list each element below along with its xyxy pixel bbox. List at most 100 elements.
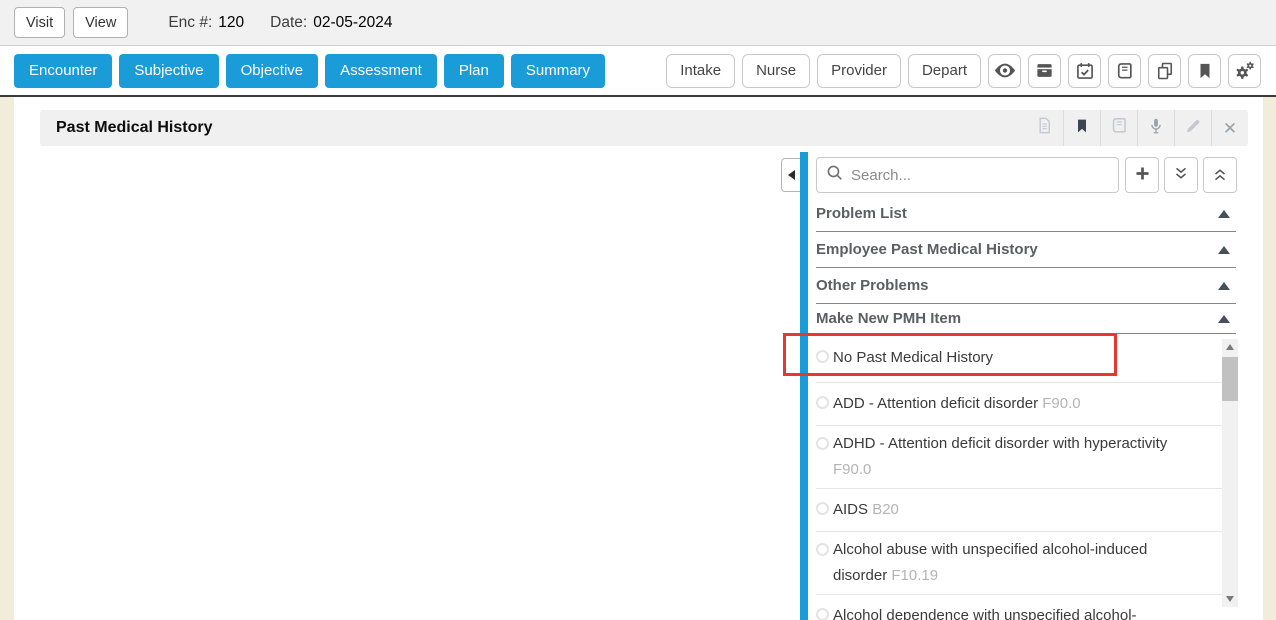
item-code: F90.0 [1042, 395, 1080, 412]
pencil-icon [1184, 117, 1202, 140]
view-button[interactable]: View [73, 7, 128, 38]
item-label: Alcohol dependence with unspecified alco… [833, 607, 1137, 620]
item-label: No Past Medical History [833, 349, 993, 366]
eye-icon [994, 63, 1016, 78]
search-icon [817, 164, 851, 187]
list-item-alcohol-abuse[interactable]: Alcohol abuse with unspecified alcohol-i… [816, 532, 1222, 595]
tab-assessment[interactable]: Assessment [325, 54, 437, 88]
section-list: Problem List Employee Past Medical Histo… [816, 196, 1236, 334]
enc-value: 120 [218, 14, 244, 32]
tab-plan[interactable]: Plan [444, 54, 504, 88]
bookmark-icon [1196, 62, 1214, 80]
scrollbar-thumb[interactable] [1222, 357, 1238, 401]
nurse-button[interactable]: Nurse [742, 54, 810, 88]
list-item-no-pmh[interactable]: No Past Medical History [816, 334, 1222, 383]
section-tabs: Encounter Subjective Objective Assessmen… [14, 54, 605, 88]
scroll-down-button[interactable] [1222, 591, 1238, 607]
tab-bar: Encounter Subjective Objective Assessmen… [0, 46, 1276, 97]
section-label: Make New PMH Item [816, 310, 961, 327]
list-item-adhd[interactable]: ADHD - Attention deficit disorder with h… [816, 426, 1222, 489]
panel-accent-bar [800, 152, 808, 620]
expand-all-button[interactable] [1164, 157, 1198, 193]
radio-circle-icon [816, 437, 829, 450]
dictate-button[interactable] [1137, 110, 1174, 146]
section-other-problems[interactable]: Other Problems [816, 268, 1236, 304]
bookmark-button[interactable] [1063, 110, 1100, 146]
tab-encounter[interactable]: Encounter [14, 54, 112, 88]
left-gutter [0, 97, 14, 620]
close-module-button[interactable]: ✕ [1211, 110, 1248, 146]
double-chevron-up-icon [1211, 165, 1229, 186]
tab-summary[interactable]: Summary [511, 54, 605, 88]
ehr-encounter-screen: Visit View Enc #: 120 Date: 02-05-2024 E… [0, 0, 1276, 620]
collapse-triangle-icon [1218, 210, 1230, 218]
encounter-number: Enc #: 120 [168, 14, 244, 32]
section-employee-pmh[interactable]: Employee Past Medical History [816, 232, 1236, 268]
reference-button[interactable] [1100, 110, 1137, 146]
archive-icon [1035, 61, 1054, 80]
tab-objective[interactable]: Objective [226, 54, 319, 88]
collapse-all-button[interactable] [1203, 157, 1237, 193]
section-label: Employee Past Medical History [816, 241, 1038, 258]
item-code: B20 [872, 501, 899, 518]
depart-button[interactable]: Depart [908, 54, 981, 88]
item-code: F90.0 [833, 461, 871, 478]
plus-icon [1134, 165, 1151, 185]
book-icon [1115, 61, 1135, 81]
item-label: ADD - Attention deficit disorder [833, 395, 1038, 412]
bookmark-icon [1074, 117, 1090, 140]
item-code: F10.19 [891, 567, 938, 584]
search-box [816, 157, 1119, 193]
search-input[interactable] [851, 158, 1118, 192]
right-gutter [1263, 97, 1276, 620]
panel-collapse-handle[interactable] [781, 158, 800, 192]
microphone-icon [1147, 117, 1165, 140]
section-label: Other Problems [816, 277, 929, 294]
encounter-date: Date: 02-05-2024 [270, 14, 392, 32]
note-button[interactable] [1026, 110, 1063, 146]
edit-button[interactable] [1174, 110, 1211, 146]
gears-icon [1234, 60, 1255, 81]
list-item-alcohol-dependence[interactable]: Alcohol dependence with unspecified alco… [816, 595, 1222, 620]
pmh-module-header: Past Medical History [40, 110, 1248, 146]
collapse-triangle-icon [1218, 282, 1230, 290]
radio-circle-icon [816, 350, 829, 363]
calendar-check-icon [1075, 61, 1095, 81]
add-item-button[interactable] [1125, 157, 1159, 193]
preview-button[interactable] [988, 54, 1021, 88]
settings-button[interactable] [1228, 54, 1261, 88]
pmh-item-list: No Past Medical History ADD - Attention … [816, 334, 1222, 620]
bookmarks-button[interactable] [1188, 54, 1221, 88]
date-label: Date: [270, 14, 307, 32]
top-bar: Visit View Enc #: 120 Date: 02-05-2024 [0, 0, 1276, 46]
schedule-button[interactable] [1068, 54, 1101, 88]
scroll-up-button[interactable] [1222, 339, 1238, 355]
radio-circle-icon [816, 502, 829, 515]
list-scrollbar[interactable] [1222, 339, 1238, 607]
chart-book-button[interactable] [1108, 54, 1141, 88]
list-item-aids[interactable]: AIDS B20 [816, 489, 1222, 532]
item-label: ADHD - Attention deficit disorder with h… [833, 435, 1167, 452]
copy-forward-button[interactable] [1148, 54, 1181, 88]
archive-button[interactable] [1028, 54, 1061, 88]
list-item-add[interactable]: ADD - Attention deficit disorder F90.0 [816, 383, 1222, 426]
page-title: Past Medical History [56, 119, 213, 137]
stage-and-tools: Intake Nurse Provider Depart [666, 54, 1261, 88]
problem-picker-panel: Problem List Employee Past Medical Histo… [780, 152, 1238, 620]
close-icon: ✕ [1223, 120, 1237, 137]
radio-circle-icon [816, 608, 829, 620]
item-label: Alcohol abuse with unspecified alcohol-i… [833, 541, 1147, 584]
document-icon [1035, 116, 1054, 140]
triangle-up-icon [1226, 344, 1234, 350]
intake-button[interactable]: Intake [666, 54, 735, 88]
double-chevron-down-icon [1172, 165, 1190, 186]
radio-circle-icon [816, 396, 829, 409]
date-value: 02-05-2024 [313, 14, 392, 32]
chevron-left-icon [788, 170, 795, 180]
tab-subjective[interactable]: Subjective [119, 54, 218, 88]
visit-button[interactable]: Visit [14, 7, 65, 38]
section-make-new-pmh[interactable]: Make New PMH Item [816, 304, 1236, 334]
section-problem-list[interactable]: Problem List [816, 196, 1236, 232]
provider-button[interactable]: Provider [817, 54, 901, 88]
item-label: AIDS [833, 501, 868, 518]
